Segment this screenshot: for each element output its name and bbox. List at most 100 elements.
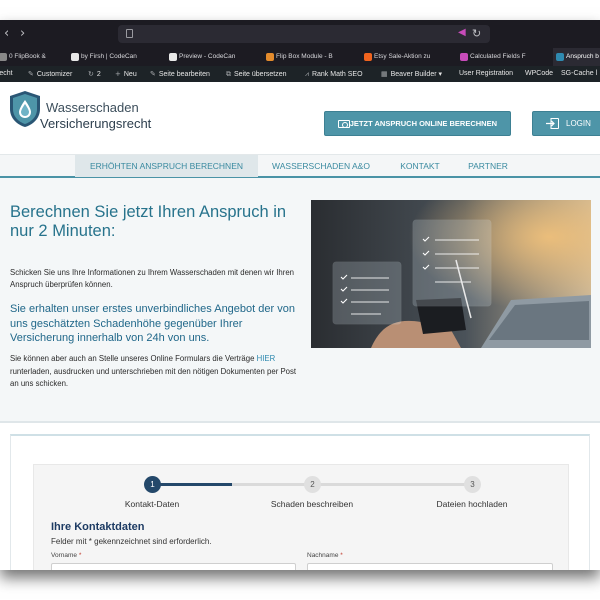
browser-tab-active[interactable]: Anspruch b — [553, 48, 600, 66]
browser-tab[interactable]: Etsy Sale-Aktion zu — [361, 48, 451, 66]
logo-text-line1[interactable]: Wasserschaden — [46, 100, 139, 115]
tab-favicon-icon — [169, 53, 177, 61]
lastname-input[interactable] — [307, 563, 553, 570]
nav-item-wasserschaden[interactable]: WASSERSCHADEN A&O — [262, 155, 380, 177]
tab-favicon-icon — [0, 53, 7, 61]
admin-bar-new[interactable]: + Neu — [115, 66, 137, 82]
lastname-label: Nachname * — [307, 552, 343, 559]
login-icon — [546, 118, 559, 129]
admin-bar-rank-math[interactable]: ⩘ Rank Math SEO — [305, 66, 363, 82]
tab-favicon-icon — [460, 53, 468, 61]
nav-item-kontakt[interactable]: KONTAKT — [388, 155, 452, 177]
grid-icon: ▦ — [381, 70, 388, 78]
browser-tab[interactable]: Flip Box Module - B — [263, 48, 355, 66]
download-contracts-link[interactable]: HIER — [257, 354, 276, 363]
admin-bar-wpcode[interactable]: WPCode — [525, 66, 553, 82]
wp-admin-bar: recht ✎Customizer ↻2 +Neu ✎Seite bearbei… — [0, 66, 600, 82]
nav-label: PARTNER — [468, 161, 508, 171]
admin-bar-customizer[interactable]: ✎ Customizer — [28, 66, 72, 82]
main-navigation: ERHÖHTEN ANSPRUCH BERECHNEN WASSERSCHADE… — [0, 154, 600, 178]
admin-bar-user-registration[interactable]: User Registration — [459, 66, 513, 82]
admin-bar-label: User Registration — [459, 70, 514, 77]
required-mark: * — [78, 552, 82, 559]
postal-text-after: runterladen, ausdrucken und unterschrieb… — [10, 366, 297, 389]
progress-fill — [152, 483, 232, 486]
nav-label: ERHÖHTEN ANSPRUCH BERECHNEN — [89, 161, 244, 171]
tab-title: Etsy Sale-Aktion zu — [374, 53, 431, 60]
website-viewport: Wasserschaden Versicherungsrecht JETZT A… — [0, 82, 600, 570]
hero-title: Berechnen Sie jetzt Ihren Anspruch in nu… — [10, 203, 287, 240]
logo-text-line2[interactable]: Versicherungsrecht — [40, 116, 151, 131]
required-mark: * — [340, 552, 343, 559]
plus-icon: + — [115, 70, 121, 78]
postal-text-before: Sie können aber auch an Stelle unseres O… — [10, 354, 257, 363]
refresh-icon: ↻ — [88, 70, 94, 78]
nav-label: KONTAKT — [400, 161, 440, 171]
tab-title: by Firsh | CodeCan — [81, 53, 137, 60]
claim-form-section: 1 2 3 Kontakt-Daten Schaden beschreiben … — [10, 434, 590, 570]
required-fields-note: Felder mit * gekennzeichnet sind erforde… — [51, 537, 212, 546]
browser-tab[interactable]: 0 FlipBook & — [0, 48, 56, 66]
admin-bar-label: 2 — [96, 71, 101, 78]
firstname-input[interactable] — [51, 563, 296, 570]
hero-intro-text: Schicken Sie uns Ihre Informationen zu I… — [10, 268, 294, 289]
shield-drop-logo-icon[interactable] — [8, 90, 42, 128]
browser-window: ‹ › ◀ ↻ 0 FlipBook & by Firsh | CodeCan … — [0, 20, 600, 570]
admin-bar-site-name[interactable]: recht — [0, 66, 13, 82]
step-number: 2 — [310, 480, 315, 489]
reload-icon[interactable]: ↻ — [472, 27, 481, 40]
browser-toolbar: ‹ › ◀ ↻ — [0, 20, 600, 48]
tab-title: 0 FlipBook & — [9, 53, 46, 60]
browser-tab[interactable]: by Firsh | CodeCan — [68, 48, 160, 66]
nav-item-calculate[interactable]: ERHÖHTEN ANSPRUCH BERECHNEN — [75, 155, 258, 177]
admin-bar-label: Seite übersetzen — [234, 71, 287, 78]
login-button[interactable]: LOGIN — [532, 111, 600, 136]
nav-item-partner[interactable]: PARTNER — [458, 155, 518, 177]
step-2-label: Schaden beschreiben — [270, 499, 354, 509]
step-3-indicator: 3 — [464, 476, 481, 493]
site-header: Wasserschaden Versicherungsrecht JETZT A… — [0, 82, 600, 154]
admin-bar-beaver-builder[interactable]: ▦ Beaver Builder ▾ — [381, 66, 442, 82]
admin-bar-sg-cache[interactable]: SG-Cache l — [561, 66, 597, 82]
admin-bar-updates[interactable]: ↻ 2 — [88, 66, 101, 82]
form-heading: Ihre Kontaktdaten — [51, 521, 145, 533]
tab-favicon-icon — [556, 53, 564, 61]
hero-section: Berechnen Sie jetzt Ihren Anspruch in nu… — [0, 178, 600, 423]
chart-icon: ⩘ — [305, 70, 309, 78]
address-bar[interactable]: ◀ ↻ — [118, 25, 490, 43]
step-2-indicator: 2 — [304, 476, 321, 493]
admin-bar-label: WPCode — [525, 70, 554, 77]
pencil-icon: ✎ — [150, 70, 156, 78]
media-playing-icon[interactable]: ◀ — [458, 27, 466, 38]
tab-strip: 0 FlipBook & by Firsh | CodeCan Preview … — [0, 48, 600, 66]
tab-title: Calculated Fields F — [470, 53, 526, 60]
hero-postal-text: Sie können aber auch an Stelle unseres O… — [10, 353, 300, 391]
admin-bar-label: Beaver Builder ▾ — [390, 71, 442, 78]
login-label: LOGIN — [566, 119, 591, 128]
step-3-label: Dateien hochladen — [436, 499, 508, 509]
tab-title: Anspruch b — [566, 53, 599, 60]
screenshot-stage: ‹ › ◀ ↻ 0 FlipBook & by Firsh | CodeCan … — [0, 0, 600, 600]
browser-tab[interactable]: Calculated Fields F — [457, 48, 547, 66]
field-label-text: Nachname — [307, 552, 339, 559]
tab-favicon-icon — [266, 53, 274, 61]
admin-bar-translate-page[interactable]: ⧉ Seite übersetzen — [226, 66, 287, 82]
forward-arrow-icon[interactable]: › — [20, 26, 25, 41]
tab-title: Flip Box Module - B — [276, 53, 333, 60]
firstname-label: Vorname * — [51, 552, 81, 559]
page-icon — [126, 29, 133, 38]
admin-bar-label: Rank Math SEO — [311, 71, 363, 78]
field-label-text: Vorname — [51, 552, 78, 559]
hero-offer-text: Sie erhalten unser erstes unverbindliche… — [10, 303, 295, 344]
tab-favicon-icon — [364, 53, 372, 61]
brush-icon: ✎ — [28, 70, 34, 78]
tab-title: Preview - CodeCan — [179, 53, 236, 60]
admin-bar-label: recht — [0, 70, 13, 77]
step-1-label: Kontakt-Daten — [124, 499, 180, 509]
admin-bar-label: Neu — [123, 71, 137, 78]
admin-bar-edit-page[interactable]: ✎ Seite bearbeiten — [150, 66, 210, 82]
admin-bar-label: Seite bearbeiten — [158, 71, 210, 78]
calculate-claim-button[interactable]: JETZT ANSPRUCH ONLINE BERECHNEN — [324, 111, 511, 136]
back-arrow-icon[interactable]: ‹ — [4, 26, 9, 41]
browser-tab[interactable]: Preview - CodeCan — [166, 48, 256, 66]
